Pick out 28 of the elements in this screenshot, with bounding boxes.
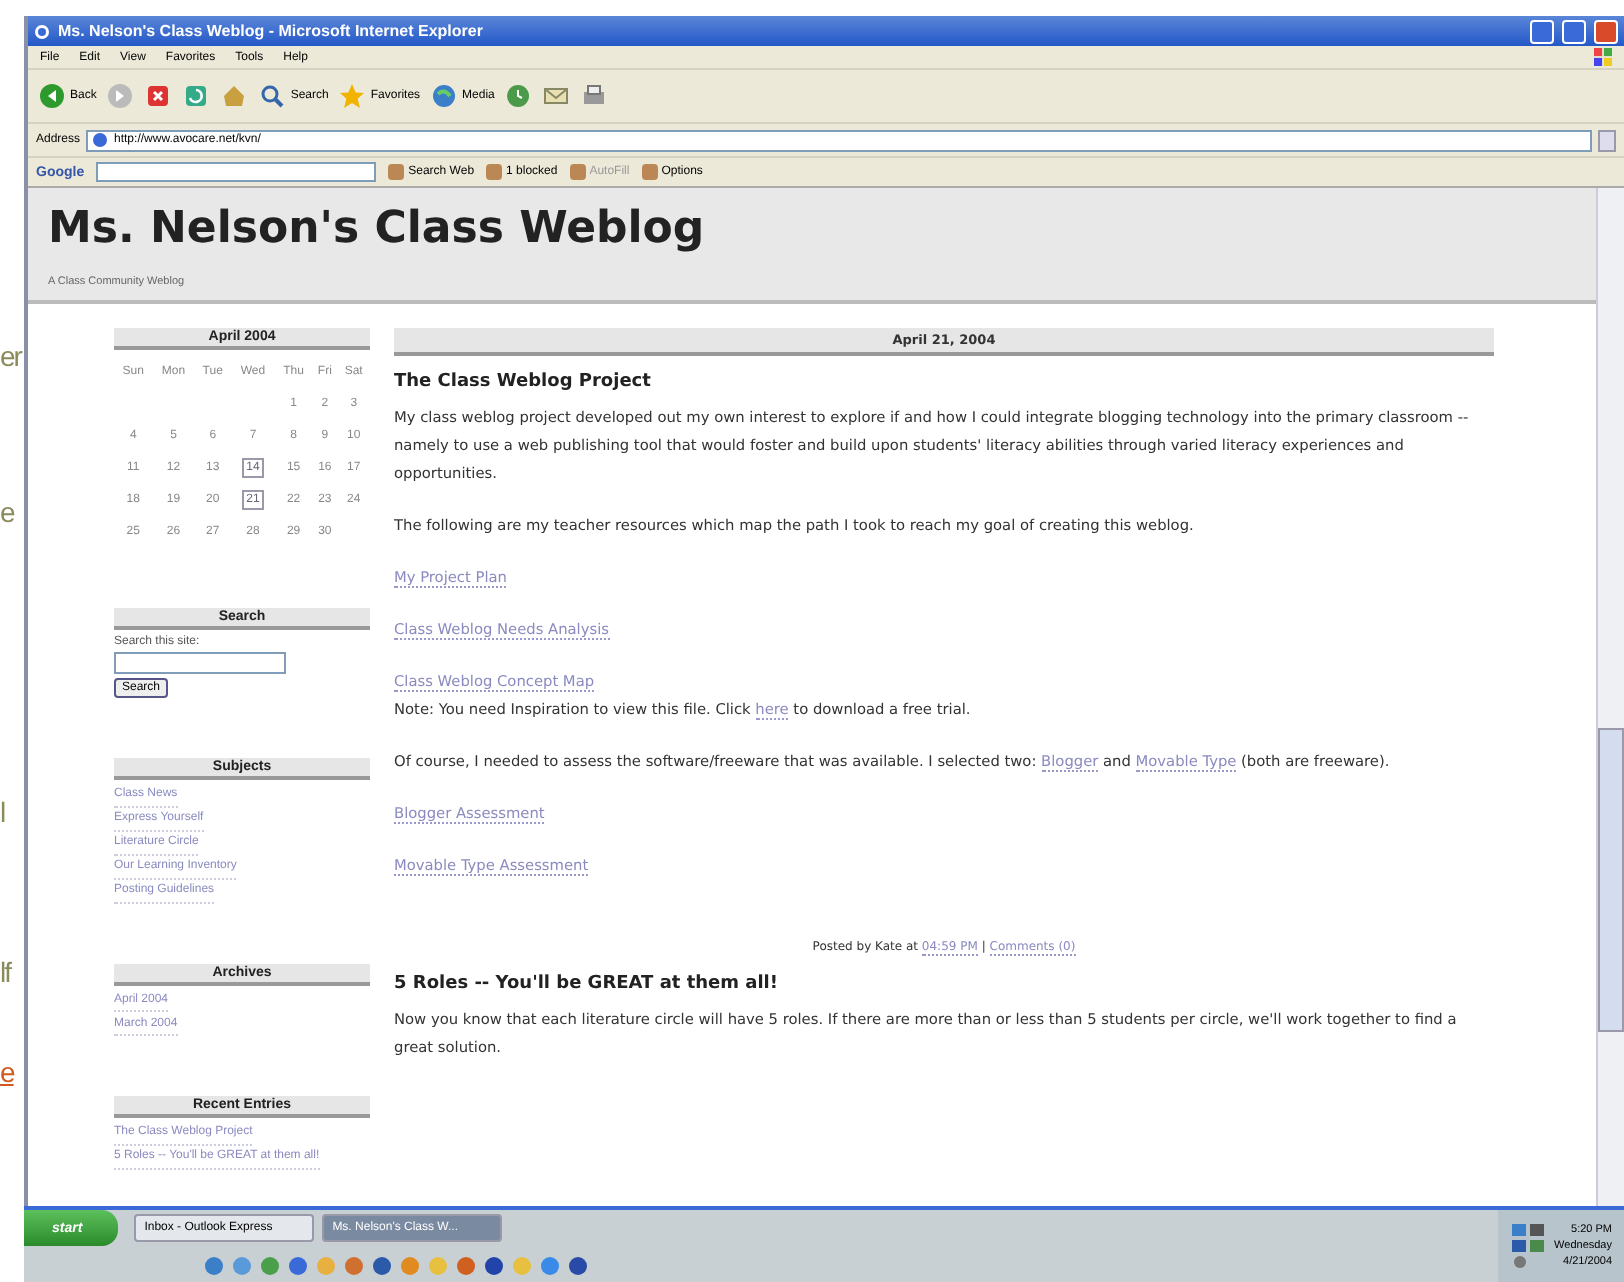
windows-flag-icon: [1594, 48, 1612, 66]
globe-icon: [430, 82, 459, 110]
star-icon: [338, 82, 367, 110]
maximize-button[interactable]: [1562, 19, 1586, 43]
printer-icon[interactable]: [580, 82, 609, 110]
envelope-icon[interactable]: [542, 82, 571, 110]
home-icon[interactable]: [220, 82, 249, 110]
google-search-field[interactable]: [96, 162, 377, 182]
search-icon: [258, 82, 287, 110]
clock-icon[interactable]: [504, 82, 533, 110]
search-field[interactable]: [114, 652, 286, 674]
close-button[interactable]: [1594, 19, 1618, 43]
scrollbar[interactable]: [1596, 188, 1624, 1206]
window-title: Ms. Nelson's Class Weblog - Microsoft Internet Explorer: [58, 22, 485, 40]
stop-icon[interactable]: [144, 82, 173, 110]
page-icon: [92, 132, 109, 148]
post-title: The Class Weblog Project: [394, 372, 653, 392]
tray-icons-drawing[interactable]: [1510, 1220, 1547, 1272]
refresh-icon[interactable]: [182, 82, 211, 110]
slide-text-fragment: lf: [0, 954, 10, 992]
slide-text-fragment: l: [0, 794, 5, 832]
blog-title: Ms. Nelson's Class Weblog: [48, 204, 707, 256]
slide-text-fragment: e: [0, 494, 14, 532]
browser-icon: [34, 23, 50, 39]
minimize-button[interactable]: [1530, 19, 1554, 43]
slide-text-fragment: e: [0, 1054, 14, 1092]
post-title: 5 Roles -- You'll be GREAT at them all!: [394, 974, 780, 994]
slide-text-fragment: er: [0, 338, 21, 376]
